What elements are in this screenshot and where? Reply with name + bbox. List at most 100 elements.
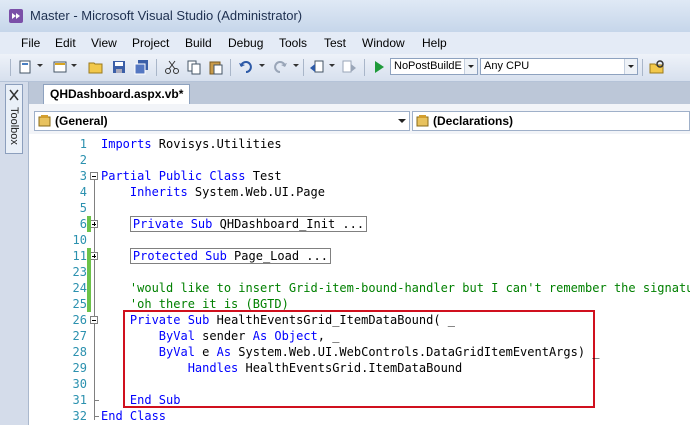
redo-dropdown-icon[interactable]	[293, 64, 299, 67]
code-line[interactable]: 30	[29, 376, 690, 392]
undo-dropdown-icon[interactable]	[259, 64, 265, 67]
chevron-down-icon[interactable]	[395, 112, 409, 130]
toolbar-separator	[303, 59, 304, 76]
line-number: 28	[72, 345, 87, 359]
code-text: End Class	[101, 408, 166, 424]
expand-region-icon[interactable]	[90, 252, 98, 260]
menu-window[interactable]: Window	[362, 36, 405, 50]
change-tracking-bar	[87, 248, 91, 280]
toolbox-tab[interactable]: Toolbox	[5, 84, 23, 154]
navigate-backward-dropdown-icon[interactable]	[329, 64, 335, 67]
menu-tools[interactable]: Tools	[279, 36, 307, 50]
navigate-backward-icon[interactable]	[309, 59, 325, 75]
cut-icon[interactable]	[164, 59, 180, 75]
toolbar-separator	[230, 59, 231, 76]
menu-help[interactable]: Help	[422, 36, 447, 50]
code-line[interactable]: 31 End Sub	[29, 392, 690, 408]
comment-token: 'would like to insert Grid-item-bound-ha…	[129, 281, 690, 295]
code-line[interactable]: 1 Imports Rovisys.Utilities	[29, 136, 690, 152]
code-text: Partial Public Class Test	[101, 168, 282, 184]
solution-configuration-select[interactable]: NoPostBuildE	[390, 58, 478, 75]
line-number: 26	[72, 313, 87, 327]
code-token: System.Web.UI.Page	[187, 185, 325, 199]
class-name-select[interactable]: (General)	[34, 111, 410, 131]
code-line[interactable]: 32 End Class	[29, 408, 690, 424]
code-token: QHDashboard_Init ...	[212, 217, 365, 231]
line-number: 4	[79, 185, 87, 199]
menu-bar: File Edit View Project Build Debug Tools…	[0, 32, 690, 54]
new-project-dropdown-icon[interactable]	[37, 64, 43, 67]
code-line[interactable]: 26 Private Sub HealthEventsGrid_ItemData…	[29, 312, 690, 328]
menu-build[interactable]: Build	[185, 36, 212, 50]
save-all-icon[interactable]	[134, 59, 150, 75]
menu-project[interactable]: Project	[132, 36, 169, 50]
code-line[interactable]: 24 'would like to insert Grid-item-bound…	[29, 280, 690, 296]
code-line[interactable]: 4 Inherits System.Web.UI.Page	[29, 184, 690, 200]
add-item-icon[interactable]	[52, 59, 68, 75]
code-token: Page_Load ...	[226, 249, 328, 263]
copy-icon[interactable]	[186, 59, 202, 75]
code-line[interactable]: 27 ByVal sender As Object, _	[29, 328, 690, 344]
code-token: Rovisys.Utilities	[151, 137, 282, 151]
find-in-files-icon[interactable]	[649, 59, 665, 75]
code-text: ByVal sender As Object, _	[101, 328, 340, 344]
collapse-region-icon[interactable]	[90, 172, 98, 180]
solution-platform-value: Any CPU	[484, 60, 530, 72]
code-editor[interactable]: 1 Imports Rovisys.Utilities 2 3 Partial Publ…	[29, 134, 690, 425]
add-item-dropdown-icon[interactable]	[71, 64, 77, 67]
outlining-guide	[94, 180, 95, 420]
code-line[interactable]: 29 Handles HealthEventsGrid.ItemDataBoun…	[29, 360, 690, 376]
menu-test[interactable]: Test	[324, 36, 346, 50]
collapse-region-icon[interactable]	[90, 316, 98, 324]
code-text: ByVal e As System.Web.UI.WebControls.Dat…	[101, 344, 600, 360]
open-file-icon[interactable]	[88, 59, 104, 75]
redo-icon[interactable]	[272, 59, 288, 75]
code-line[interactable]: 11 Protected Sub Page_Load ...	[29, 248, 690, 264]
line-number: 10	[72, 233, 87, 247]
declarations-icon	[416, 115, 429, 127]
keyword-token: Imports	[101, 137, 152, 151]
new-project-icon[interactable]	[18, 59, 34, 75]
code-token: System.Web.UI.WebControls.DataGridItemEv…	[231, 345, 600, 359]
title-bar: Master - Microsoft Visual Studio (Admini…	[0, 0, 690, 33]
change-tracking-bar	[87, 216, 91, 232]
code-line[interactable]: 25 'oh there it is (BGTD)	[29, 296, 690, 312]
code-line[interactable]: 6 Private Sub QHDashboard_Init ...	[29, 216, 690, 232]
menu-file[interactable]: File	[21, 36, 40, 50]
method-name-value: (Declarations)	[433, 114, 514, 128]
keyword-token: Private Sub	[129, 313, 210, 327]
code-line[interactable]: 10	[29, 232, 690, 248]
code-line[interactable]: 2	[29, 152, 690, 168]
undo-icon[interactable]	[238, 59, 254, 75]
paste-icon[interactable]	[208, 59, 224, 75]
chevron-down-icon[interactable]	[624, 59, 637, 74]
code-line[interactable]: 5	[29, 200, 690, 216]
method-name-select[interactable]: (Declarations)	[412, 111, 690, 131]
navigate-forward-icon[interactable]	[341, 59, 357, 75]
code-line[interactable]: 28 ByVal e As System.Web.UI.WebControls.…	[29, 344, 690, 360]
start-debugging-icon[interactable]	[371, 59, 387, 75]
outlining-guide-end	[94, 416, 99, 417]
code-line[interactable]: 3 Partial Public Class Test	[29, 168, 690, 184]
line-number: 32	[72, 409, 87, 423]
menu-view[interactable]: View	[91, 36, 117, 50]
chevron-down-icon[interactable]	[464, 59, 477, 74]
collapsed-region[interactable]: Private Sub QHDashboard_Init ...	[129, 216, 368, 232]
save-icon[interactable]	[111, 59, 127, 75]
solution-configuration-value: NoPostBuildE	[394, 60, 462, 72]
menu-debug[interactable]: Debug	[228, 36, 263, 50]
code-line[interactable]: 23	[29, 264, 690, 280]
line-number: 1	[79, 137, 87, 151]
toolbar-separator	[364, 59, 365, 76]
collapsed-region[interactable]: Protected Sub Page_Load ...	[129, 248, 331, 264]
menu-edit[interactable]: Edit	[55, 36, 76, 50]
solution-platform-select[interactable]: Any CPU	[480, 58, 638, 75]
tab-qhdashboard-aspx-vb[interactable]: QHDashboard.aspx.vb*	[43, 84, 191, 104]
code-text: 'would like to insert Grid-item-bound-ha…	[101, 280, 690, 296]
standard-toolbar: NoPostBuildE Any CPU	[0, 54, 690, 82]
expand-region-icon[interactable]	[90, 220, 98, 228]
